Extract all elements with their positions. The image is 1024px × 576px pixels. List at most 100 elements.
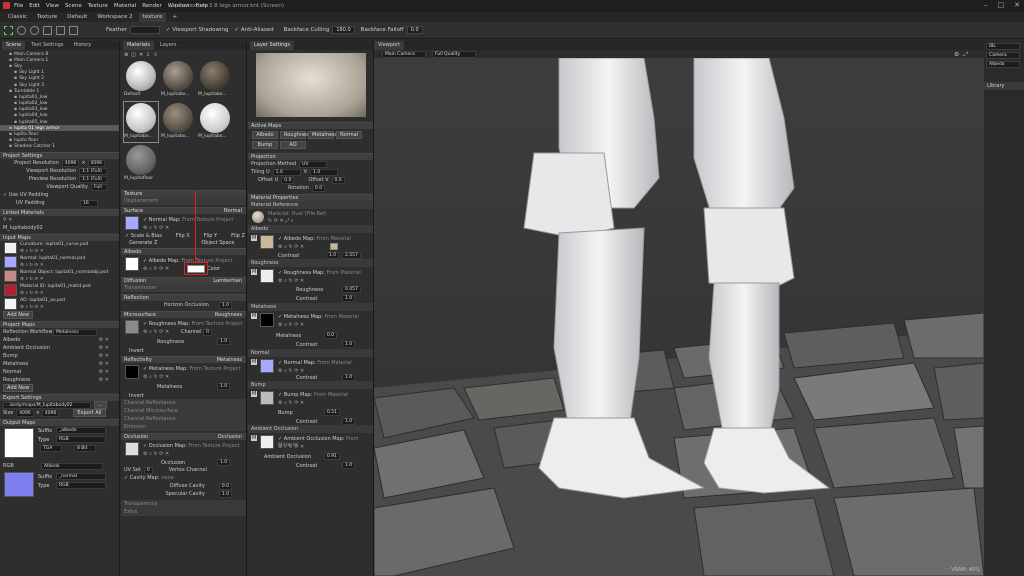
layer-bump-field[interactable]: 0.51 [324,409,341,416]
channel-reflectance-row-2[interactable]: Channel Reflectance [121,415,246,423]
active-map-button-albedo[interactable]: Albedo [252,131,278,139]
workspace-tab-2[interactable]: Default [63,13,91,22]
linked-material-name[interactable]: M_lupitabody02 [3,225,43,231]
channel-reflectance-row[interactable]: Channel Reflectance [121,399,246,407]
layer-slot-icons-1[interactable]: ⚙ ⌕ ↻ ⟳ ✕ [278,244,304,250]
materials-tab-1[interactable]: Layers [156,41,181,50]
input-maps-header[interactable]: Input Maps [0,234,119,241]
layer-slot-icons-5[interactable]: ⚙ ⌕ ↻ ⟳ ✕ [278,400,304,406]
contrast-field-4[interactable]: 1.0 [342,341,356,348]
material-properties-header[interactable]: Material Properties [248,194,373,201]
layer-ao-thumb[interactable] [260,435,274,449]
albedo-header[interactable]: Albedo [121,248,246,255]
material-thumb[interactable]: M_lupitabo... [198,102,232,142]
input-map-icons[interactable]: ⚙ ⌕ ↻ ⟳ ✕ [20,248,44,254]
contrast-field-5[interactable]: 1.0 [342,374,356,381]
output-channel-select[interactable]: Albedo [41,462,103,470]
tiling-u-field[interactable]: 1.0 [272,168,301,176]
generate-z-checkbox[interactable]: Generate Z [129,240,157,246]
project-map-icons[interactable]: ⚙ ✕ [99,337,109,343]
project-map-item[interactable]: Roughness ⚙ ✕ [0,376,119,384]
contrast-field-6[interactable]: 1.0 [342,418,356,425]
layer-bump-header[interactable]: Bump [248,381,373,389]
roughness-field[interactable]: 1.0 [217,338,231,345]
browse-button[interactable]: … [94,401,107,409]
link-add-icon[interactable]: ⚲ ✕ [3,217,12,223]
material-thumb[interactable]: M_lupitabo... [161,60,195,100]
eraser-icon[interactable] [69,25,78,35]
project-map-item[interactable]: Normal ⚙ ✕ [0,368,119,376]
project-map-item[interactable]: Metalness ⚙ ✕ [0,360,119,368]
input-map-thumb[interactable] [4,284,17,296]
materials-tab-0[interactable]: Materials [123,41,154,50]
project-map-icons[interactable]: ⚙ ✕ [99,345,109,351]
right-panel-item[interactable]: Albedo [986,61,1020,68]
active-map-button-normal[interactable]: Normal [336,131,362,139]
layer-slot-icons-3[interactable]: ⚙ ⌕ ↻ ⟳ ✕ [278,322,304,328]
layer-bump-thumb[interactable] [260,391,274,405]
microsurface-header[interactable]: Microsurface Roughness [121,311,246,318]
tiling-v-field[interactable]: 1.0 [310,168,339,176]
scene-tab-1[interactable]: Text Settings [27,41,67,50]
active-map-button-roughness[interactable]: Roughness [280,131,311,139]
material-reference-header[interactable]: Material Reference [248,201,373,209]
workspace-tab-1[interactable]: Texture [33,13,61,22]
active-map-button-ao[interactable]: AO [280,141,306,149]
material-thumb[interactable]: M_lupitafloor [124,144,158,184]
metalness-field[interactable]: 1.0 [217,383,231,390]
active-maps-header[interactable]: Active Maps [248,122,373,129]
viewport-resolution-select[interactable]: 1:1 (Full) [79,167,107,175]
viewport-quality-select[interactable]: Full [91,183,107,191]
format-select[interactable]: TGA [40,445,62,452]
occlusion-field[interactable]: 1.0 [217,459,231,466]
right-panel-item[interactable]: Camera [986,52,1020,59]
reflectivity-header[interactable]: Reflectivity Metalness [121,356,246,363]
camera-select[interactable]: Main Camera [382,50,426,58]
normal-map-thumb[interactable] [125,216,139,230]
scene-tab-2[interactable]: History [69,41,95,50]
menu-item-file[interactable]: File [14,3,23,9]
transmission-row[interactable]: Transmission [121,284,246,292]
object-space-checkbox[interactable]: Object Space [201,240,234,246]
suffix-field[interactable]: _albedo [56,427,106,434]
layer-roughness-thumb[interactable] [260,269,274,283]
invert-checkbox[interactable]: Invert [129,348,144,354]
use-uv-padding-checkbox[interactable]: ✓ Use UV Padding [3,192,48,198]
feather-slider[interactable] [129,26,160,34]
reflection-workflow-select[interactable]: Metalness [53,328,97,336]
flip-x-checkbox[interactable]: Flip X [176,233,190,239]
project-res-height[interactable]: 4096 [87,159,105,167]
offset-v-field[interactable]: 0.0 [331,176,345,184]
scene-tab-0[interactable]: Scene [2,41,26,50]
viewport-tab[interactable]: Viewport [374,41,405,50]
layer-ao-header[interactable]: Ambient Occlusion [248,425,373,433]
layer-albedo-thumb[interactable] [260,235,274,249]
extra-row[interactable]: Extra [121,508,246,516]
diffusion-mode[interactable]: Lambertian [213,278,242,284]
settings-icon[interactable]: ⚙ [954,51,959,59]
projection-header[interactable]: Projection [248,153,373,160]
slot-icons-1[interactable]: ⚙ ⌕ ↻ ⟳ ✕ [143,225,169,231]
type-select[interactable]: RGB [56,436,106,443]
albedo-map-thumb[interactable] [125,257,139,271]
layer-ao-field[interactable]: 0.91 [324,453,341,460]
roughness-map-thumb[interactable] [125,320,139,334]
invert-checkbox-2[interactable]: Invert [129,393,144,399]
menu-item-material[interactable]: Material [114,3,136,9]
slot-icons-3[interactable]: ⚙ ⌕ ↻ ⟳ ✕ [143,329,169,335]
flip-y-checkbox[interactable]: Flip Y [204,233,217,239]
linked-materials-header[interactable]: Linked Materials [0,209,119,216]
flip-z-checkbox[interactable]: Flip Z [231,233,245,239]
export-path-field[interactable]: ...body/maps/M_lupitabody02 [3,401,91,409]
layer-albedo-header[interactable]: Albedo [248,225,373,233]
displacement-row[interactable]: Displacement [121,197,246,205]
normal-output-thumb[interactable] [4,472,34,497]
layer-settings-tab[interactable]: Layer Settings [250,41,295,50]
layer-roughness-header[interactable]: Roughness [248,259,373,267]
workspace-tab-0[interactable]: Classic [4,13,31,22]
input-map-icons[interactable]: ⚙ ⌕ ↻ ⟳ ✕ [20,304,44,310]
occlusion-map-thumb[interactable] [125,442,139,456]
contrast-field-7[interactable]: 1.0 [342,462,356,469]
offset-u-field[interactable]: 0.0 [281,176,295,184]
layer-slot-icons-4[interactable]: ⚙ ⌕ ↻ ⟳ ✕ [278,368,304,374]
